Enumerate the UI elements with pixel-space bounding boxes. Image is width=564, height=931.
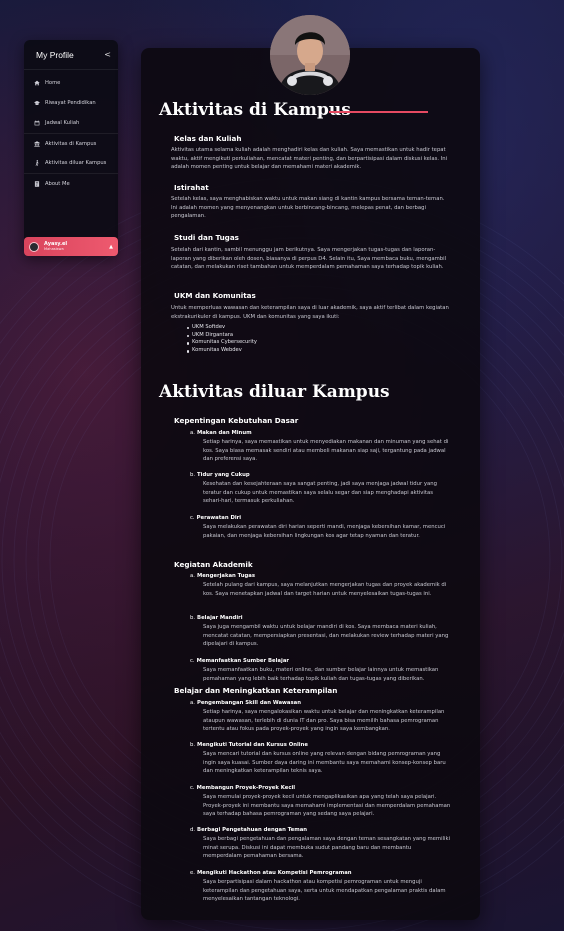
item-title: b. Belajar Mandiri — [190, 615, 243, 621]
walking-icon — [33, 159, 41, 167]
item-text: Setiap harinya, saya mengalokasikan wakt… — [203, 709, 445, 733]
user-profile-toggle[interactable]: Ayasy.el Mahasiswa ▲ — [24, 237, 118, 256]
item-text: Setelah pulang dari kampus, saya melanju… — [203, 582, 447, 597]
item-text: Saya melakukan perawatan diri harian sep… — [203, 524, 446, 539]
heading-kelas-kuliah: Kelas dan Kuliah — [174, 134, 242, 143]
heading-kegiatan-akademik: Kegiatan Akademik — [174, 560, 253, 569]
sidebar-item-label: Riwayat Pendidikan — [45, 100, 96, 106]
paragraph: Aktivitas utama selama kuliah adalah men… — [171, 147, 448, 171]
item-text: Kesehatan dan kesejahteraan saya sangat … — [203, 481, 437, 505]
id-card-icon — [33, 180, 41, 188]
sidebar-item-home[interactable]: Home — [24, 73, 118, 93]
sidebar-item-riwayat-pendidikan[interactable]: Riwayat Pendidikan — [24, 93, 118, 113]
avatar — [29, 241, 39, 252]
sidebar-item-label: Aktivitas diluar Kampus — [45, 160, 107, 166]
section-title-luar-kampus: Aktivitas diluar Kampus — [159, 382, 390, 402]
item-title: b. Tidur yang Cukup — [190, 472, 250, 478]
sidebar-title: My Profile — [36, 49, 74, 60]
item-text: Saya berbagi pengetahuan dan pengalaman … — [203, 836, 451, 860]
heading-kebutuhan-dasar: Kepentingan Kebutuhan Dasar — [174, 416, 299, 425]
item-title: e. Mengikuti Hackathon atau Kompetisi Pem… — [190, 870, 352, 876]
item-text: Saya berpartisipasi dalam hackathon atau… — [203, 879, 446, 903]
item-text: Saya juga mengambil waktu untuk belajar … — [203, 624, 449, 648]
item-title: c. Perawatan Diri — [190, 515, 242, 521]
building-icon — [33, 140, 41, 148]
paragraph: Setelah dari kantin, sambil menunggu jam… — [171, 247, 447, 271]
list-item: UKM Dirgantara — [187, 332, 257, 340]
item-title: a. Mengerjakan Tugas — [190, 573, 255, 579]
sidebar-item-aktivitas-kampus[interactable]: Aktivitas di Kampus — [24, 133, 118, 153]
sidebar-item-aktivitas-luar-kampus[interactable]: Aktivitas diluar Kampus — [24, 153, 118, 173]
item-title: a. Pengembangan Skill dan Wawasan — [190, 700, 302, 706]
heading-ukm-komunitas: UKM dan Komunitas — [174, 291, 256, 300]
calendar-icon — [33, 119, 41, 127]
sidebar-header: My Profile < — [24, 40, 118, 70]
collapse-sidebar-icon[interactable]: < — [104, 50, 111, 59]
section-title-kampus: Aktivitas di Kampus — [159, 100, 351, 120]
sidebar-item-label: Jadwal Kuliah — [45, 120, 80, 126]
paragraph: Untuk memperluas wawasan dan keterampila… — [171, 305, 449, 320]
sidebar: My Profile < Home Riwayat Pendidikan Jad… — [24, 40, 118, 256]
sidebar-item-label: Aktivitas di Kampus — [45, 140, 97, 147]
sidebar-item-about-me[interactable]: About Me — [24, 173, 118, 193]
item-text: Saya mencari tutorial dan kursus online … — [203, 751, 446, 775]
heading-studi-tugas: Studi dan Tugas — [174, 233, 239, 242]
item-title: a. Makan dan Minum — [190, 430, 252, 436]
paragraph: Setelah kelas, saya menghabiskan waktu u… — [171, 196, 445, 220]
list-item: Komunitas Webdev — [187, 347, 257, 355]
item-title: d. Berbagi Pengetahuan dengan Teman — [190, 827, 308, 833]
item-title: c. Memanfaatkan Sumber Belajar — [190, 658, 290, 664]
item-text: Saya memanfaatkan buku, materi online, d… — [203, 667, 439, 682]
item-text: Saya memulai proyek-proyek kecil untuk m… — [203, 794, 451, 818]
item-text: Setiap harinya, saya memastikan untuk me… — [203, 439, 449, 463]
home-icon — [33, 79, 41, 87]
main-content-card: Aktivitas di Kampus Kelas dan Kuliah Akt… — [141, 48, 480, 920]
sidebar-item-jadwal-kuliah[interactable]: Jadwal Kuliah — [24, 113, 118, 133]
ukm-list: UKM Softdev UKM Dirgantara Komunitas Cyb… — [187, 324, 257, 355]
list-item: Komunitas Cybersecurity — [187, 339, 257, 346]
user-role: Mahasiswa — [44, 247, 64, 251]
graduation-cap-icon — [33, 99, 41, 107]
item-title: c. Membangun Proyek-Proyek Kecil — [190, 785, 296, 791]
heading-keterampilan: Belajar dan Meningkatkan Keterampilan — [174, 686, 338, 695]
item-title: b. Mengikuti Tutorial dan Kursus Online — [190, 742, 308, 748]
chevron-up-icon: ▲ — [109, 243, 113, 250]
heading-istirahat: Istirahat — [174, 183, 209, 192]
title-underline — [329, 111, 428, 113]
list-item: UKM Softdev — [187, 324, 257, 332]
profile-photo — [270, 15, 350, 95]
sidebar-item-label: About Me — [45, 180, 70, 187]
sidebar-item-label: Home — [45, 80, 61, 86]
